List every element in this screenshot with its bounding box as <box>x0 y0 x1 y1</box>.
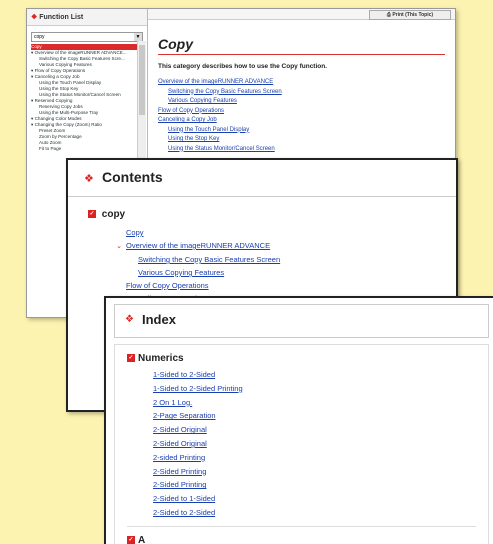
index-section-heading[interactable]: ✓ Numerics <box>127 353 488 364</box>
page-title: Copy <box>158 36 445 55</box>
index-link[interactable]: 2-Sided Printing <box>153 465 488 479</box>
function-list-title: ❖ Function List <box>27 9 147 26</box>
index-link[interactable]: 2-Sided to 1-Sided <box>153 492 488 506</box>
contents-link[interactable]: Copy <box>88 226 456 239</box>
index-title: Index <box>142 312 176 327</box>
contents-link[interactable]: Flow of Copy Operations <box>88 279 456 292</box>
index-link[interactable]: 2-Sided Original <box>153 437 488 451</box>
chevron-down-icon[interactable]: ▼ <box>134 33 142 41</box>
collapse-check-icon[interactable]: ✓ <box>88 210 96 219</box>
topic-links: Overview of the imageRUNNER ADVANCE Switc… <box>158 78 445 154</box>
diamond-icon: ❖ <box>125 314 134 325</box>
topic-link[interactable]: Using the Status Monitor/Cancel Screen <box>158 145 445 155</box>
contents-header: ❖ Contents <box>68 160 456 197</box>
contents-link[interactable]: Switching the Copy Basic Features Screen <box>88 253 456 266</box>
function-tree: Copy ▾ Overview of the imageRUNNER ADVANC… <box>31 44 143 152</box>
topic-link[interactable]: Switching the Copy Basic Features Screen <box>158 88 445 98</box>
index-link[interactable]: 2 On 1 Log. <box>153 396 488 410</box>
topic-link[interactable]: Using the Stop Key <box>158 135 445 145</box>
contents-title: Contents <box>102 169 163 185</box>
contents-link[interactable]: ⌄ Overview of the imageRUNNER ADVANCE <box>88 239 456 253</box>
page-description: This category describes how to use the C… <box>158 63 328 70</box>
contents-section-heading[interactable]: ✓ copy <box>88 209 456 220</box>
diamond-icon: ❖ <box>84 173 94 185</box>
index-link[interactable]: 1-Sided to 2-Sided <box>153 368 488 382</box>
topic-link[interactable]: Overview of the imageRUNNER ADVANCE <box>158 78 445 88</box>
topic-link[interactable]: Using the Touch Panel Display <box>158 126 445 136</box>
index-section-heading[interactable]: ✓ A <box>127 535 488 544</box>
diamond-icon: ❖ <box>31 14 38 21</box>
printer-icon: ⎙ <box>386 12 391 18</box>
chevron-down-icon[interactable]: ⌄ <box>115 240 123 253</box>
tree-item[interactable]: Fit to Page <box>31 146 143 152</box>
index-link[interactable]: 1-Sided to 2-Sided Printing <box>153 382 488 396</box>
contents-link[interactable]: Various Copying Features <box>88 266 456 279</box>
function-search-select[interactable]: copy ▼ <box>31 32 143 42</box>
print-button[interactable]: ⎙ Print (This Topic) <box>369 10 451 20</box>
index-link[interactable]: 2-Sided to 2-Sided <box>153 506 488 520</box>
index-window: ❖ Index ✓ Numerics 1-Sided to 2-Sided 1-Sid… <box>104 296 493 544</box>
index-link[interactable]: 2-Page Separation <box>153 409 488 423</box>
collapse-check-icon[interactable]: ✓ <box>127 536 135 544</box>
index-header: ❖ Index <box>114 304 489 338</box>
index-link[interactable]: 2-Sided Original <box>153 423 488 437</box>
topic-link[interactable]: Various Copying Features <box>158 97 445 107</box>
print-toolbar: ⎙ Print (This Topic) <box>148 9 455 20</box>
contents-links: Copy ⌄ Overview of the imageRUNNER ADVANCE… <box>88 226 456 305</box>
topic-link[interactable]: Canceling a Copy Job <box>158 116 445 126</box>
collapse-check-icon[interactable]: ✓ <box>127 354 135 363</box>
index-link[interactable]: 2-sided Printing <box>153 451 488 465</box>
index-panel: ✓ Numerics 1-Sided to 2-Sided 1-Sided to 2-… <box>114 344 489 544</box>
index-link[interactable]: 2-Sided Printing <box>153 478 488 492</box>
topic-link[interactable]: Flow of Copy Operations <box>158 107 445 117</box>
